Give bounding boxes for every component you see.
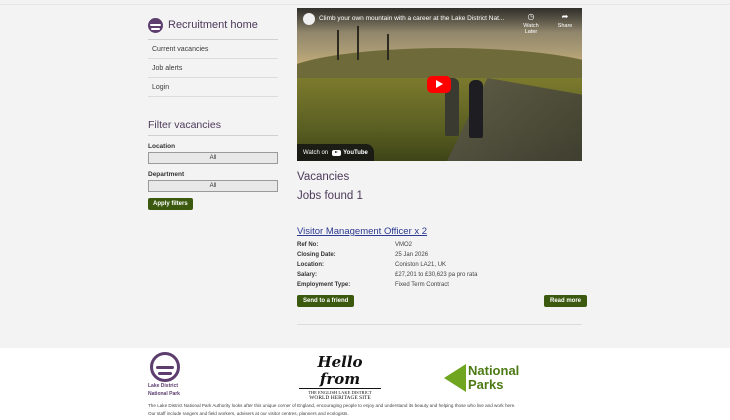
vacancies-heading: Vacancies xyxy=(297,171,350,183)
watch-later-label: Watch Later xyxy=(523,23,539,35)
location-select[interactable]: All xyxy=(148,152,278,164)
detail-value: Coniston LA21, UK xyxy=(395,262,447,268)
lake-district-national-park-logo[interactable]: Lake District National Park xyxy=(148,352,188,397)
clock-icon: ◷ xyxy=(527,12,535,21)
sidebar: Recruitment home Current vacancies Job a… xyxy=(148,15,278,210)
content-divider xyxy=(297,324,582,325)
youtube-logo: YouTube xyxy=(332,149,368,156)
watch-later-button[interactable]: ◷ Watch Later xyxy=(519,12,543,35)
jobs-found-heading: Jobs found 1 xyxy=(297,190,363,202)
department-label: Department xyxy=(148,171,185,178)
ldnp-logo-line2: National Park xyxy=(148,390,180,397)
ldnp-logo-icon xyxy=(148,17,163,33)
sidebar-link-current-vacancies[interactable]: Current vacancies xyxy=(148,40,278,59)
channel-avatar-icon[interactable] xyxy=(303,13,315,25)
detail-row-location: Location: Coniston LA21, UK xyxy=(297,260,582,270)
ldnp-logo-line1: Lake District xyxy=(148,383,179,389)
watch-on-label: Watch on xyxy=(303,149,329,156)
hello-sub-line1: THE ENGLISH LAKE DISTRICT xyxy=(299,388,381,395)
detail-label: Employment Type: xyxy=(297,282,351,288)
video-embed[interactable]: Climb your own mountain with a career at… xyxy=(297,8,582,161)
hello-sub-line2: WORLD HERITAGE SITE xyxy=(309,395,371,401)
national-parks-line1: National xyxy=(468,363,520,378)
recruitment-home-title[interactable]: Recruitment home xyxy=(168,19,258,31)
hello-from-world-heritage-logo[interactable]: Hello from THE ENGLISH LAKE DISTRICT WOR… xyxy=(299,354,381,401)
detail-label: Closing Date: xyxy=(297,252,336,258)
footer: Lake District National Park Hello from T… xyxy=(0,348,730,420)
detail-row-salary: Salary: £27,201 to £30,623 pa pro rata xyxy=(297,270,582,280)
sidebar-link-login[interactable]: Login xyxy=(148,78,278,97)
department-select[interactable]: All xyxy=(148,180,278,192)
footer-text-line2: Our staff include rangers and field work… xyxy=(148,410,349,416)
detail-label: Ref No: xyxy=(297,242,319,248)
detail-label: Location: xyxy=(297,262,324,268)
national-parks-arrow-icon xyxy=(444,364,466,392)
detail-value: Fixed Term Contract xyxy=(395,282,449,288)
hello-from-text: Hello from xyxy=(317,353,363,388)
apply-filters-button[interactable]: Apply filters xyxy=(148,198,193,210)
page-body: Recruitment home Current vacancies Job a… xyxy=(0,5,730,348)
detail-row-ref: Ref No: VMO2 xyxy=(297,240,582,250)
share-label: Share xyxy=(557,23,573,29)
detail-value: £27,201 to £30,623 pa pro rata xyxy=(395,272,478,278)
share-arrow-icon: ➦ xyxy=(561,12,569,21)
footer-description: The Lake District National Park Authorit… xyxy=(148,402,588,417)
watch-on-youtube-button[interactable]: Watch on YouTube xyxy=(297,144,374,161)
youtube-icon xyxy=(332,149,342,156)
video-title[interactable]: Climb your own mountain with a career at… xyxy=(319,15,504,22)
location-label: Location xyxy=(148,143,176,150)
sidebar-link-job-alerts[interactable]: Job alerts xyxy=(148,59,278,78)
national-parks-logo[interactable]: National Parks xyxy=(444,364,519,392)
detail-value: VMO2 xyxy=(395,242,413,248)
video-thumbnail-tree xyxy=(387,34,389,60)
detail-value: 25 Jan 2026 xyxy=(395,252,429,258)
video-thumbnail-tree xyxy=(337,30,339,60)
ldnp-emblem-icon xyxy=(150,352,180,382)
recruitment-home-header[interactable]: Recruitment home xyxy=(148,15,278,35)
detail-row-closing-date: Closing Date: 25 Jan 2026 xyxy=(297,250,582,260)
youtube-label: YouTube xyxy=(343,149,368,156)
send-to-friend-button[interactable]: Send to a friend xyxy=(297,295,355,307)
detail-row-employment-type: Employment Type: Fixed Term Contract xyxy=(297,280,582,290)
video-thumbnail-person xyxy=(469,80,483,138)
national-parks-line2: Parks xyxy=(468,377,504,392)
national-parks-wordmark: National Parks xyxy=(468,364,519,392)
job-details: Ref No: VMO2 Closing Date: 25 Jan 2026 L… xyxy=(297,240,582,290)
filter-vacancies-title: Filter vacancies xyxy=(148,119,221,131)
footer-text-line1: The Lake District National Park Authorit… xyxy=(148,403,516,408)
filter-divider xyxy=(148,135,278,136)
play-button-icon[interactable] xyxy=(427,76,451,93)
detail-label: Salary: xyxy=(297,272,318,278)
job-title-link[interactable]: Visitor Management Officer x 2 xyxy=(297,226,427,237)
share-button[interactable]: ➦ Share xyxy=(555,12,575,29)
read-more-button[interactable]: Read more xyxy=(544,295,588,307)
